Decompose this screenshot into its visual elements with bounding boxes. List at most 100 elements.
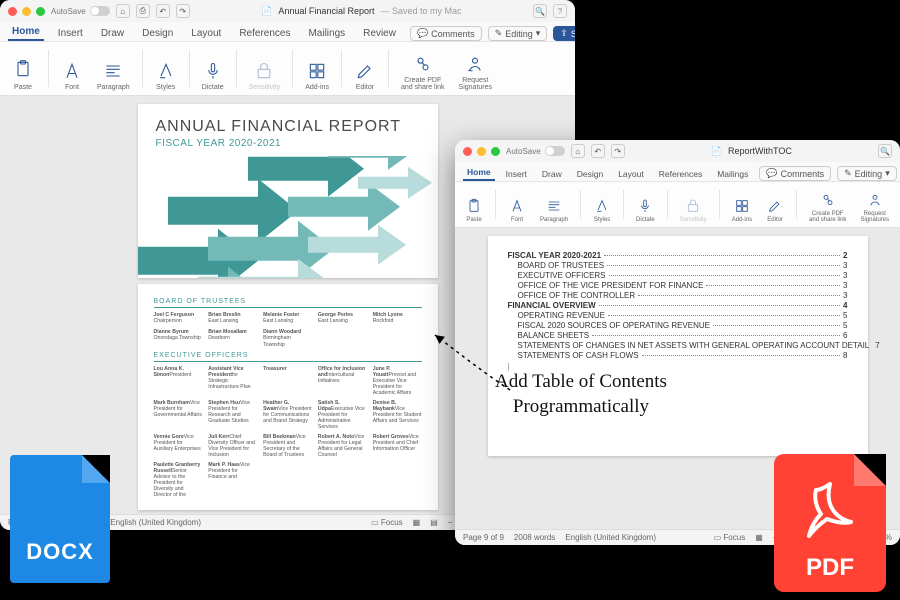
trustee-entry: Brian BreslinEast Lansing [208, 312, 257, 325]
paragraph-button[interactable]: Paragraph [536, 184, 572, 225]
minimize-icon[interactable] [477, 147, 486, 156]
tab-design[interactable]: Design [573, 167, 607, 181]
toc-entry[interactable]: BOARD OF TRUSTEES3 [508, 261, 848, 270]
tab-draw[interactable]: Draw [97, 26, 128, 41]
doc-icon: 📄 [261, 6, 272, 17]
officer-entry: Office for Inclusion andIntercultural In… [318, 366, 367, 396]
ribbon-tabs: Home Insert Draw Design Layout References Mail… [455, 162, 900, 182]
ribbon: Paste Font Paragraph Styles Dictate Sens… [455, 182, 900, 228]
tab-layout[interactable]: Layout [187, 26, 225, 41]
home-toolbar-icon[interactable]: ⌂ [116, 4, 130, 18]
create-pdf-button[interactable]: Create PDF and share link [397, 44, 449, 93]
page-1: ANNUAL FINANCIAL REPORT FISCAL YEAR 2020… [138, 104, 438, 278]
toc-entry[interactable]: BALANCE SHEETS6 [508, 331, 848, 340]
tab-mailings[interactable]: Mailings [304, 26, 349, 41]
language-indicator[interactable]: English (United Kingdom) [565, 533, 656, 542]
toc-entry[interactable]: FISCAL 2020 SOURCES OF OPERATING REVENUE… [508, 321, 848, 330]
tab-insert[interactable]: Insert [502, 167, 531, 181]
styles-button[interactable]: Styles [151, 44, 181, 93]
tab-references[interactable]: References [235, 26, 294, 41]
styles-button[interactable]: Styles [589, 184, 615, 225]
tab-draw[interactable]: Draw [538, 167, 566, 181]
undo-icon[interactable]: ↶ [591, 144, 605, 158]
save-toolbar-icon[interactable]: ⎙ [136, 4, 150, 18]
tab-home[interactable]: Home [8, 24, 44, 41]
redo-icon[interactable]: ↷ [611, 144, 625, 158]
toc-entry[interactable]: STATEMENTS OF CASH FLOWS8 [508, 351, 848, 360]
dictate-button[interactable]: Dictate [632, 184, 659, 225]
tab-insert[interactable]: Insert [54, 26, 87, 41]
word-count[interactable]: 2008 words [514, 533, 555, 542]
toc-entry[interactable]: FINANCIAL OVERVIEW4 [508, 301, 848, 310]
fullscreen-icon[interactable] [491, 147, 500, 156]
sensitivity-button: Sensitivity [245, 44, 285, 93]
trustee-entry: Dianne ByrumOnondaga Township [154, 329, 203, 349]
undo-icon[interactable]: ↶ [156, 4, 170, 18]
toc-entry[interactable]: OPERATING REVENUE5 [508, 311, 848, 320]
comments-button[interactable]: 💬 Comments [759, 166, 831, 181]
officer-entry: Treasurer [263, 366, 312, 396]
search-icon[interactable]: 🔍 [533, 4, 547, 18]
ribbon: Paste Font Paragraph Styles Dictate Sens… [0, 42, 575, 96]
officer-entry: Vennie GoreVice President for Auxiliary … [154, 434, 203, 458]
autosave-toggle[interactable]: AutoSave [51, 6, 110, 16]
comments-button[interactable]: 💬 Comments [410, 26, 482, 41]
addins-button[interactable]: Add-ins [728, 184, 756, 225]
dictate-button[interactable]: Dictate [198, 44, 228, 93]
redo-icon[interactable]: ↷ [176, 4, 190, 18]
tab-home[interactable]: Home [463, 165, 495, 181]
section-heading: Executive Officers [154, 352, 422, 362]
toc-entry[interactable]: STATEMENTS OF CHANGES IN NET ASSETS WITH… [508, 341, 848, 350]
language-indicator[interactable]: English (United Kingdom) [110, 518, 201, 527]
font-button[interactable]: Font [504, 184, 530, 225]
editor-button[interactable]: Editor [762, 184, 788, 225]
page-counter[interactable]: Page 9 of 9 [463, 533, 504, 542]
request-signatures-button[interactable]: Request Signatures [455, 44, 496, 93]
traffic-lights [463, 147, 500, 156]
view-print-icon[interactable]: ▦ [413, 518, 421, 527]
paragraph-button[interactable]: Paragraph [93, 44, 134, 93]
switch-icon[interactable] [545, 146, 565, 156]
officer-entry: Denise B. MaybankVice President for Stud… [373, 400, 422, 430]
officer-entry: Heather G. SwainVice President for Commu… [263, 400, 312, 430]
minimize-icon[interactable] [22, 7, 31, 16]
editor-button[interactable]: Editor [350, 44, 380, 93]
officer-entry: Robert GrovesVice President and Chief In… [373, 434, 422, 458]
toc-entry[interactable]: OFFICE OF THE CONTROLLER3 [508, 291, 848, 300]
tab-layout[interactable]: Layout [614, 167, 648, 181]
toc-entry[interactable]: EXECUTIVE OFFICERS3 [508, 271, 848, 280]
document-subtitle: — Saved to my Mac [380, 6, 461, 16]
home-toolbar-icon[interactable]: ⌂ [571, 144, 585, 158]
focus-mode-button[interactable]: ▭ Focus [714, 533, 746, 542]
search-icon[interactable]: 🔍 [878, 144, 892, 158]
tab-mailings[interactable]: Mailings [713, 167, 752, 181]
close-icon[interactable] [8, 7, 17, 16]
toc-entry[interactable]: FISCAL YEAR 2020-20212 [508, 251, 848, 260]
request-signatures-button[interactable]: Request Signatures [856, 184, 893, 225]
help-icon[interactable]: ? [553, 4, 567, 18]
tab-design[interactable]: Design [138, 26, 177, 41]
toc-entry[interactable]: OFFICE OF THE VICE PRESIDENT FOR FINANCE… [508, 281, 848, 290]
paste-button[interactable]: Paste [461, 184, 487, 225]
docx-file-icon: DOCX [10, 455, 110, 583]
tab-review[interactable]: Review [359, 26, 400, 41]
share-button[interactable]: ⇪ Share ▾ [553, 26, 575, 41]
officer-entry: Juli KerrChief Diversity Officer and Vic… [208, 434, 257, 458]
autosave-toggle[interactable]: AutoSave [506, 146, 565, 156]
view-web-icon[interactable]: ▤ [430, 518, 438, 527]
view-print-icon[interactable]: ▦ [755, 533, 763, 542]
editing-mode-button[interactable]: ✎ Editing ▾ [488, 26, 548, 41]
report-subtitle: FISCAL YEAR 2020-2021 [156, 138, 420, 149]
close-icon[interactable] [463, 147, 472, 156]
officer-entry: Bill BeekmanVice President and Secretary… [263, 434, 312, 458]
trustee-entry: Diann WoodardBirmingham Township [263, 329, 312, 349]
editing-mode-button[interactable]: ✎ Editing ▾ [837, 166, 897, 181]
addins-button[interactable]: Add-ins [301, 44, 333, 93]
switch-icon[interactable] [90, 6, 110, 16]
tab-references[interactable]: References [655, 167, 706, 181]
focus-mode-button[interactable]: ▭ Focus [371, 518, 403, 527]
create-pdf-button[interactable]: Create PDF and share link [805, 184, 850, 225]
font-button[interactable]: Font [57, 44, 87, 93]
fullscreen-icon[interactable] [36, 7, 45, 16]
paste-button[interactable]: Paste [6, 44, 40, 93]
